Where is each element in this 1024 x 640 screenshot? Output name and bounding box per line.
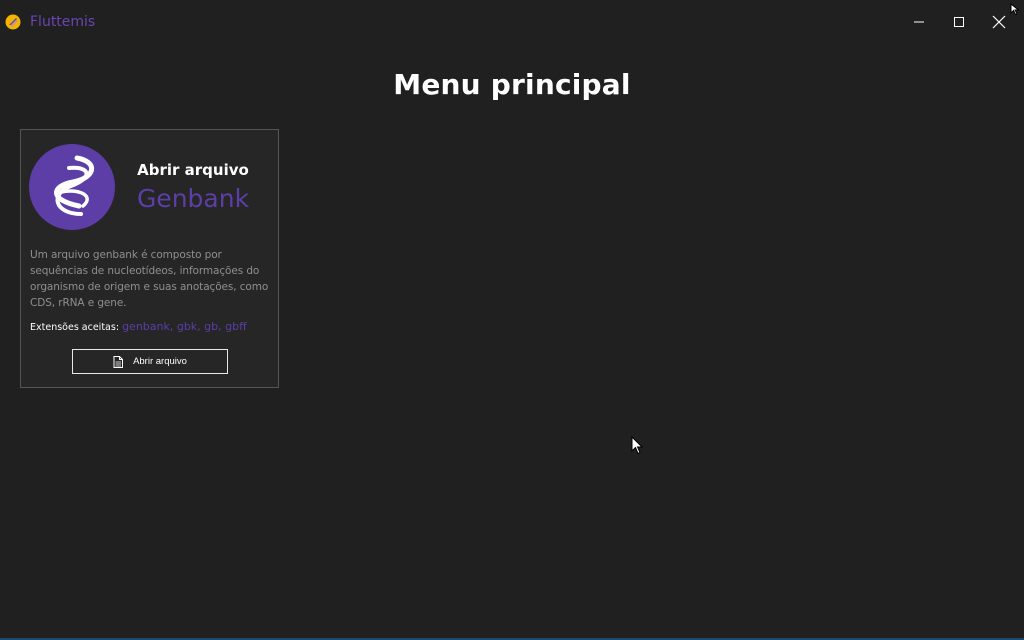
minimize-icon bbox=[914, 21, 924, 23]
open-file-button[interactable]: Abrir arquivo bbox=[72, 349, 228, 374]
close-icon bbox=[992, 15, 1006, 29]
extensions-values: genbank, gbk, gb, gbff bbox=[122, 320, 247, 333]
app-title: Fluttemis bbox=[30, 14, 96, 30]
genbank-card: Abrir arquivo Genbank Um arquivo genbank… bbox=[20, 129, 279, 388]
app-window: Fluttemis Menu principal Abrir arquivo G… bbox=[0, 0, 1024, 640]
open-file-button-label: Abrir arquivo bbox=[133, 356, 187, 367]
file-icon bbox=[113, 355, 124, 368]
extensions-label: Extensões aceitas: bbox=[30, 322, 120, 333]
minimize-button[interactable] bbox=[899, 0, 939, 44]
page-title: Menu principal bbox=[393, 68, 631, 101]
card-format-name: Genbank bbox=[136, 184, 250, 213]
card-heading: Abrir arquivo bbox=[137, 161, 249, 179]
mouse-cursor-icon bbox=[1010, 0, 1022, 19]
accepted-extensions: Extensões aceitas: genbank, gbk, gb, gbf… bbox=[30, 320, 272, 335]
maximize-icon bbox=[954, 17, 964, 27]
maximize-button[interactable] bbox=[939, 0, 979, 44]
title-bar[interactable]: Fluttemis bbox=[0, 0, 1024, 44]
dna-helix-icon bbox=[29, 144, 115, 230]
card-description: Um arquivo genbank é composto por sequên… bbox=[30, 249, 269, 309]
app-icon bbox=[5, 14, 21, 30]
mouse-cursor-icon bbox=[631, 435, 644, 459]
